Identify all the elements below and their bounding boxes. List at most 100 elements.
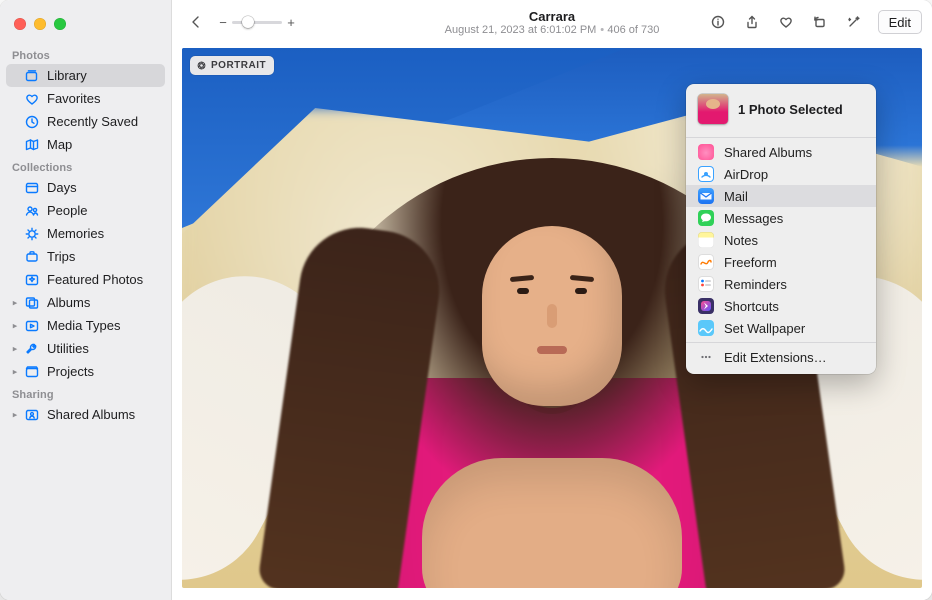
edit-button-label: Edit: [889, 15, 911, 30]
notes-app-icon: [698, 232, 714, 248]
sidebar-item-shared-albums[interactable]: ▸ Shared Albums: [6, 403, 165, 426]
separator-dot: [600, 28, 603, 31]
suitcase-icon: [24, 249, 40, 265]
photo-title: Carrara: [445, 9, 660, 24]
shared-albums-icon: [24, 407, 40, 423]
airdrop-icon: [698, 166, 714, 182]
sidebar-item-label: Library: [47, 68, 87, 83]
sidebar-item-label: Map: [47, 137, 72, 152]
chevron-right-icon[interactable]: ▸: [10, 297, 20, 308]
sidebar-item-map[interactable]: Map: [6, 133, 165, 156]
sidebar-item-utilities[interactable]: ▸ Utilities: [6, 337, 165, 360]
projects-icon: [24, 364, 40, 380]
sidebar-item-media-types[interactable]: ▸ Media Types: [6, 314, 165, 337]
wrench-icon: [24, 341, 40, 357]
toolbar: − + Carrara August 21, 2023 at 6:01:02 P…: [172, 0, 932, 44]
share-item-label: Freeform: [724, 255, 777, 270]
heart-icon: [24, 91, 40, 107]
freeform-app-icon: [698, 254, 714, 270]
zoom-slider[interactable]: − +: [218, 15, 296, 30]
share-item-freeform[interactable]: Freeform: [686, 251, 876, 273]
sidebar-item-featured-photos[interactable]: Featured Photos: [6, 268, 165, 291]
share-item-label: Notes: [724, 233, 758, 248]
photo-date: August 21, 2023 at 6:01:02 PM: [445, 24, 597, 36]
sidebar-item-label: Memories: [47, 226, 104, 241]
edit-button[interactable]: Edit: [878, 10, 922, 34]
photo-viewer: PORTRAIT 1 Photo Selected Shared Albums: [172, 44, 932, 600]
zoom-out-label: −: [218, 15, 228, 30]
shared-albums-app-icon: [698, 144, 714, 160]
share-menu: 1 Photo Selected Shared Albums AirDrop: [686, 84, 876, 374]
sidebar-item-memories[interactable]: Memories: [6, 222, 165, 245]
reminders-app-icon: [698, 276, 714, 292]
share-item-notes[interactable]: Notes: [686, 229, 876, 251]
shortcuts-app-icon: [698, 298, 714, 314]
sidebar-item-label: Days: [47, 180, 77, 195]
clock-icon: [24, 114, 40, 130]
mail-app-icon: [698, 188, 714, 204]
calendar-icon: [24, 180, 40, 196]
photos-app-window: Photos Library Favorites Recently Saved …: [0, 0, 932, 600]
sidebar-item-label: Utilities: [47, 341, 89, 356]
sidebar-item-recently-saved[interactable]: Recently Saved: [6, 110, 165, 133]
sidebar-item-label: Favorites: [47, 91, 100, 106]
portrait-badge: PORTRAIT: [190, 56, 274, 75]
chevron-right-icon[interactable]: ▸: [10, 343, 20, 354]
memories-icon: [24, 226, 40, 242]
media-types-icon: [24, 318, 40, 334]
auto-enhance-button[interactable]: [840, 10, 868, 34]
share-menu-header: 1 Photo Selected: [686, 90, 876, 134]
share-item-mail[interactable]: Mail: [686, 185, 876, 207]
close-window-button[interactable]: [14, 18, 26, 30]
fullscreen-window-button[interactable]: [54, 18, 66, 30]
share-item-messages[interactable]: Messages: [686, 207, 876, 229]
sparkle-photo-icon: [24, 272, 40, 288]
share-item-edit-extensions[interactable]: Edit Extensions…: [686, 346, 876, 368]
favorite-button[interactable]: [772, 10, 800, 34]
share-item-label: Edit Extensions…: [724, 350, 827, 365]
wallpaper-icon: [698, 320, 714, 336]
share-item-reminders[interactable]: Reminders: [686, 273, 876, 295]
people-icon: [24, 203, 40, 219]
sidebar-item-label: Shared Albums: [47, 407, 135, 422]
share-item-label: Set Wallpaper: [724, 321, 805, 336]
sidebar-item-library[interactable]: Library: [6, 64, 165, 87]
sidebar-item-label: Projects: [47, 364, 94, 379]
chevron-right-icon[interactable]: ▸: [10, 366, 20, 377]
zoom-track[interactable]: [232, 21, 282, 24]
photo-stack-icon: [24, 68, 40, 84]
share-item-label: AirDrop: [724, 167, 768, 182]
info-button[interactable]: [704, 10, 732, 34]
map-icon: [24, 137, 40, 153]
sidebar-section-photos: Photos: [0, 44, 171, 64]
minimize-window-button[interactable]: [34, 18, 46, 30]
share-item-airdrop[interactable]: AirDrop: [686, 163, 876, 185]
share-thumbnail: [698, 94, 728, 124]
sidebar-item-albums[interactable]: ▸ Albums: [6, 291, 165, 314]
sidebar-item-days[interactable]: Days: [6, 176, 165, 199]
photo-position: 406 of 730: [607, 24, 659, 36]
rotate-button[interactable]: [806, 10, 834, 34]
sidebar-item-people[interactable]: People: [6, 199, 165, 222]
share-button[interactable]: [738, 10, 766, 34]
sidebar-item-label: Trips: [47, 249, 75, 264]
chevron-right-icon[interactable]: ▸: [10, 320, 20, 331]
sidebar: Photos Library Favorites Recently Saved …: [0, 0, 172, 600]
share-item-label: Shortcuts: [724, 299, 779, 314]
menu-separator: [686, 137, 876, 138]
portrait-badge-label: PORTRAIT: [211, 60, 266, 71]
share-item-set-wallpaper[interactable]: Set Wallpaper: [686, 317, 876, 339]
sidebar-item-favorites[interactable]: Favorites: [6, 87, 165, 110]
share-item-shared-albums[interactable]: Shared Albums: [686, 141, 876, 163]
back-button[interactable]: [182, 10, 210, 34]
sidebar-item-projects[interactable]: ▸ Projects: [6, 360, 165, 383]
zoom-knob[interactable]: [242, 16, 254, 28]
sidebar-item-label: Featured Photos: [47, 272, 143, 287]
main-content: − + Carrara August 21, 2023 at 6:01:02 P…: [172, 0, 932, 600]
sidebar-item-trips[interactable]: Trips: [6, 245, 165, 268]
chevron-right-icon[interactable]: ▸: [10, 409, 20, 420]
share-item-label: Messages: [724, 211, 783, 226]
menu-separator: [686, 342, 876, 343]
title-block: Carrara August 21, 2023 at 6:01:02 PM 40…: [445, 9, 660, 36]
share-item-shortcuts[interactable]: Shortcuts: [686, 295, 876, 317]
